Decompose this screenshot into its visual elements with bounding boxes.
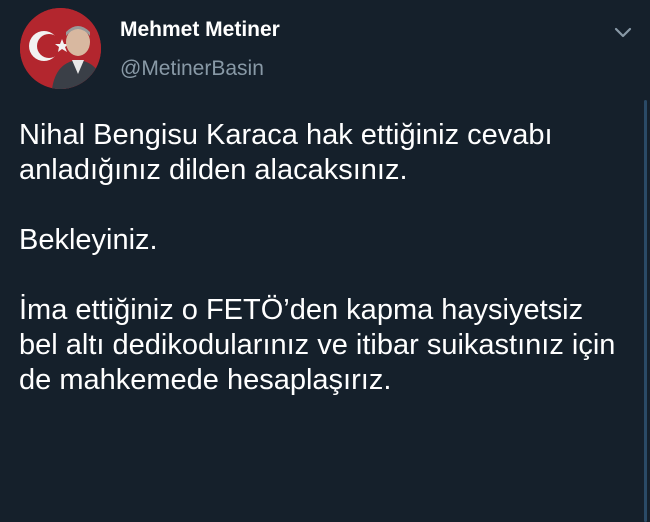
tweet-menu-button[interactable] — [610, 22, 636, 42]
scrollbar[interactable] — [644, 100, 647, 522]
username[interactable]: @MetinerBasin — [120, 57, 264, 81]
tweet-paragraph: Bekleyiniz. — [19, 224, 158, 256]
display-name[interactable]: Mehmet Metiner — [120, 18, 280, 42]
profile-photo-icon — [20, 8, 101, 89]
tweet-card: Mehmet Metiner @MetinerBasin Nihal Bengi… — [0, 0, 650, 522]
chevron-down-icon — [614, 27, 632, 38]
tweet-paragraph: Nihal Bengisu Karaca hak ettiğiniz cevab… — [19, 119, 553, 186]
tweet-text: Nihal Bengisu Karaca hak ettiğiniz cevab… — [19, 118, 629, 398]
avatar[interactable] — [20, 8, 101, 89]
tweet-paragraph: İma ettiğiniz o FETÖ’den kapma haysiyets… — [19, 294, 616, 396]
